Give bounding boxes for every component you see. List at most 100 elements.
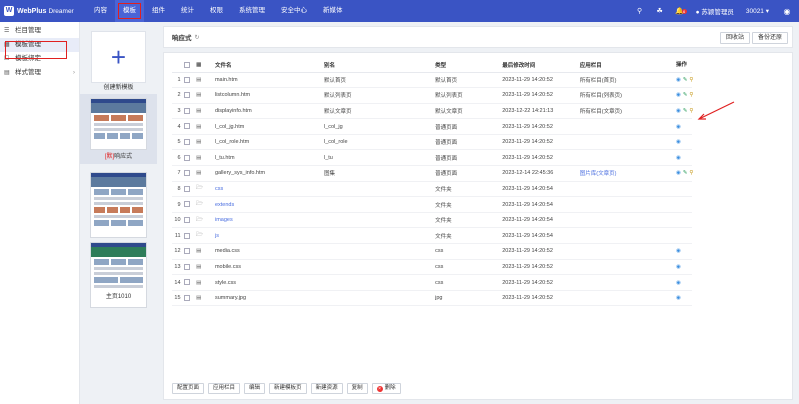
nav-item-3[interactable]: 统计 — [173, 0, 202, 22]
file-type: 文件夹 — [435, 227, 503, 245]
template-thumbnail-responsive[interactable] — [90, 98, 147, 150]
toolbar-button-2[interactable]: 编辑 — [244, 383, 266, 394]
logo-sub: Dreamer — [48, 7, 74, 15]
file-name[interactable]: images — [214, 212, 324, 229]
grid-view-icon[interactable]: ▦ — [196, 59, 215, 73]
toolbar-button-3[interactable]: 新建模板页 — [269, 383, 307, 394]
table-row[interactable]: 4 ▤ l_col_jg.htm l_col_jg 普通页面 2023-11-29 14:… — [172, 118, 692, 135]
row-checkbox[interactable] — [183, 72, 197, 89]
toolbar-button-4[interactable]: 新建资源 — [310, 383, 343, 394]
nav-item-7[interactable]: 新媒体 — [315, 0, 351, 22]
site-selector[interactable]: 30021 ▾ — [740, 7, 775, 15]
edit-icon[interactable]: ✎ — [683, 92, 688, 98]
row-checkbox[interactable] — [183, 134, 197, 151]
backup-restore-button[interactable]: 备份还原 — [751, 32, 788, 44]
table-row[interactable]: 11 🗁 js 文件夹 2023-11-29 14:20:54 — [172, 227, 692, 245]
preview-icon[interactable]: ◉ — [676, 170, 681, 176]
file-name[interactable]: extends — [214, 196, 324, 213]
site-id: 30021 — [745, 8, 764, 15]
preview-icon[interactable]: ◉ — [676, 264, 681, 270]
search-icon[interactable]: ⚲ — [689, 92, 693, 98]
modified-time: 2023-11-29 14:20:52 — [502, 259, 580, 276]
preview-icon[interactable]: ◉ — [676, 124, 681, 130]
table-row[interactable]: 12 ▤ media.css css 2023-11-29 14:20:52 — [172, 243, 692, 260]
file-name[interactable]: css — [214, 181, 324, 198]
file-name: mobile.css — [214, 259, 324, 276]
modified-time: 2023-12-22 14:21:13 — [502, 103, 580, 120]
row-checkbox[interactable] — [183, 243, 197, 260]
style-icon: ▤ — [4, 70, 10, 76]
row-checkbox[interactable] — [183, 181, 197, 198]
table-row[interactable]: 8 🗁 css 文件夹 2023-11-29 14:20:54 — [172, 181, 692, 198]
toolbar-button-1[interactable]: 应用栏目 — [208, 383, 241, 394]
file-icon: ▤ — [196, 103, 215, 120]
file-name[interactable]: js — [214, 227, 324, 245]
preview-icon[interactable]: ◉ — [676, 92, 681, 98]
search-icon[interactable]: ⚲ — [689, 77, 693, 83]
edit-icon[interactable]: ✎ — [683, 108, 688, 114]
row-checkbox[interactable] — [183, 149, 197, 167]
nav-item-1[interactable]: 模板 — [115, 0, 144, 22]
preview-icon[interactable]: ◉ — [676, 155, 681, 161]
nav-item-4[interactable]: 权限 — [202, 0, 231, 22]
preview-icon[interactable]: ◉ — [676, 280, 681, 286]
template-name-responsive[interactable]: [默]响应式 — [80, 151, 157, 160]
delete-button[interactable]: × 删除 — [371, 383, 401, 394]
row-checkbox[interactable] — [183, 274, 197, 291]
nav-item-0[interactable]: 内容 — [86, 0, 115, 22]
template-name-home1010[interactable]: 主页1010 — [80, 291, 157, 300]
nav-item-2[interactable]: 组件 — [144, 0, 173, 22]
row-checkbox[interactable] — [183, 196, 197, 213]
table-row[interactable]: 3 ▤ displayinfo.htm 默认文章页 默认文章页 2023-12-22 14… — [172, 103, 692, 120]
table-row[interactable]: 7 ▤ gallery_sys_info.htm 图集 普通页面 2023-12-14 2… — [172, 165, 692, 182]
row-checkbox[interactable] — [183, 103, 197, 120]
table-row[interactable]: 2 ▤ listcolumn.htm 默认列表页 默认列表页 2023-11-29 14:… — [172, 87, 692, 104]
table-row[interactable]: 6 ▤ l_tu.htm l_tu 普通页面 2023-11-29 14:20:52 — [172, 149, 692, 167]
toolbar-button-0[interactable]: 配置页面 — [172, 383, 205, 394]
header-checkbox[interactable] — [183, 59, 197, 73]
nav-item-6[interactable]: 安全中心 — [273, 0, 315, 22]
table-row[interactable]: 9 🗁 extends 文件夹 2023-11-29 14:20:54 — [172, 196, 692, 213]
create-template-button[interactable]: + — [91, 31, 146, 83]
table-row[interactable]: 5 ▤ l_col_role.htm l_col_role 普通页面 2023-11-29… — [172, 134, 692, 151]
search-icon[interactable]: ⚲ — [630, 7, 650, 15]
edit-icon[interactable]: ✎ — [683, 170, 688, 176]
row-checkbox[interactable] — [183, 227, 197, 245]
table-row[interactable]: 1 ▤ main.htm 默认首页 默认首页 2023-11-29 14:20:52 所有栏… — [172, 72, 692, 89]
edit-icon[interactable]: ✎ — [683, 77, 688, 83]
sidebar-item-styles[interactable]: ▤ 样式管理 › — [0, 66, 79, 80]
preview-icon[interactable]: ◉ — [676, 77, 681, 83]
recycle-bin-button[interactable]: 回收站 — [719, 32, 750, 44]
file-panel: ▦ 文件名 别名 类型 最后修改时间 应用栏目 1 ▤ main.htm 默认首页 默认… — [163, 52, 793, 400]
row-checkbox[interactable] — [183, 212, 197, 229]
file-icon: ▤ — [196, 149, 215, 167]
toolbar-button-5[interactable]: 复制 — [346, 383, 368, 394]
app-logo[interactable]: W WebPlus Dreamer — [0, 6, 86, 16]
user-menu[interactable]: ● 苏颖管理员 — [690, 6, 740, 16]
row-checkbox[interactable] — [183, 165, 197, 182]
skin-icon[interactable]: ☘ — [650, 7, 670, 15]
refresh-icon[interactable]: ↻ — [195, 34, 200, 41]
table-row[interactable]: 13 ▤ mobile.css css 2023-11-29 14:20:52 — [172, 259, 692, 276]
table-row[interactable]: 15 ▤ summary.jpg jpg 2023-11-29 14:20:52 — [172, 290, 692, 307]
preview-icon[interactable]: ◉ — [676, 248, 681, 254]
nav-item-5[interactable]: 系统管理 — [231, 0, 273, 22]
row-checkbox[interactable] — [183, 118, 197, 135]
row-checkbox[interactable] — [183, 87, 197, 104]
preview-icon[interactable]: ◉ — [676, 139, 681, 145]
content-header: 响应式 ↻ 回收站 备份还原 — [163, 26, 793, 48]
search-icon[interactable]: ⚲ — [689, 170, 693, 176]
file-name: l_tu.htm — [214, 149, 324, 167]
table-row[interactable]: 14 ▤ style.css css 2023-11-29 14:20:52 — [172, 274, 692, 291]
sidebar-item-columns[interactable]: ☰ 栏目管理 — [0, 24, 79, 38]
row-checkbox[interactable] — [183, 290, 197, 307]
row-checkbox[interactable] — [183, 259, 197, 276]
preview-eye-icon[interactable]: ◉ — [775, 7, 799, 16]
preview-icon[interactable]: ◉ — [676, 108, 681, 114]
notification-bell-icon[interactable]: 🔔 6 — [670, 7, 690, 15]
search-icon[interactable]: ⚲ — [689, 108, 693, 114]
preview-icon[interactable]: ◉ — [676, 295, 681, 301]
table-row[interactable]: 10 🗁 images 文件夹 2023-11-29 14:20:54 — [172, 212, 692, 229]
template-thumbnail-2[interactable] — [90, 172, 147, 238]
file-name: gallery_sys_info.htm — [214, 165, 324, 182]
